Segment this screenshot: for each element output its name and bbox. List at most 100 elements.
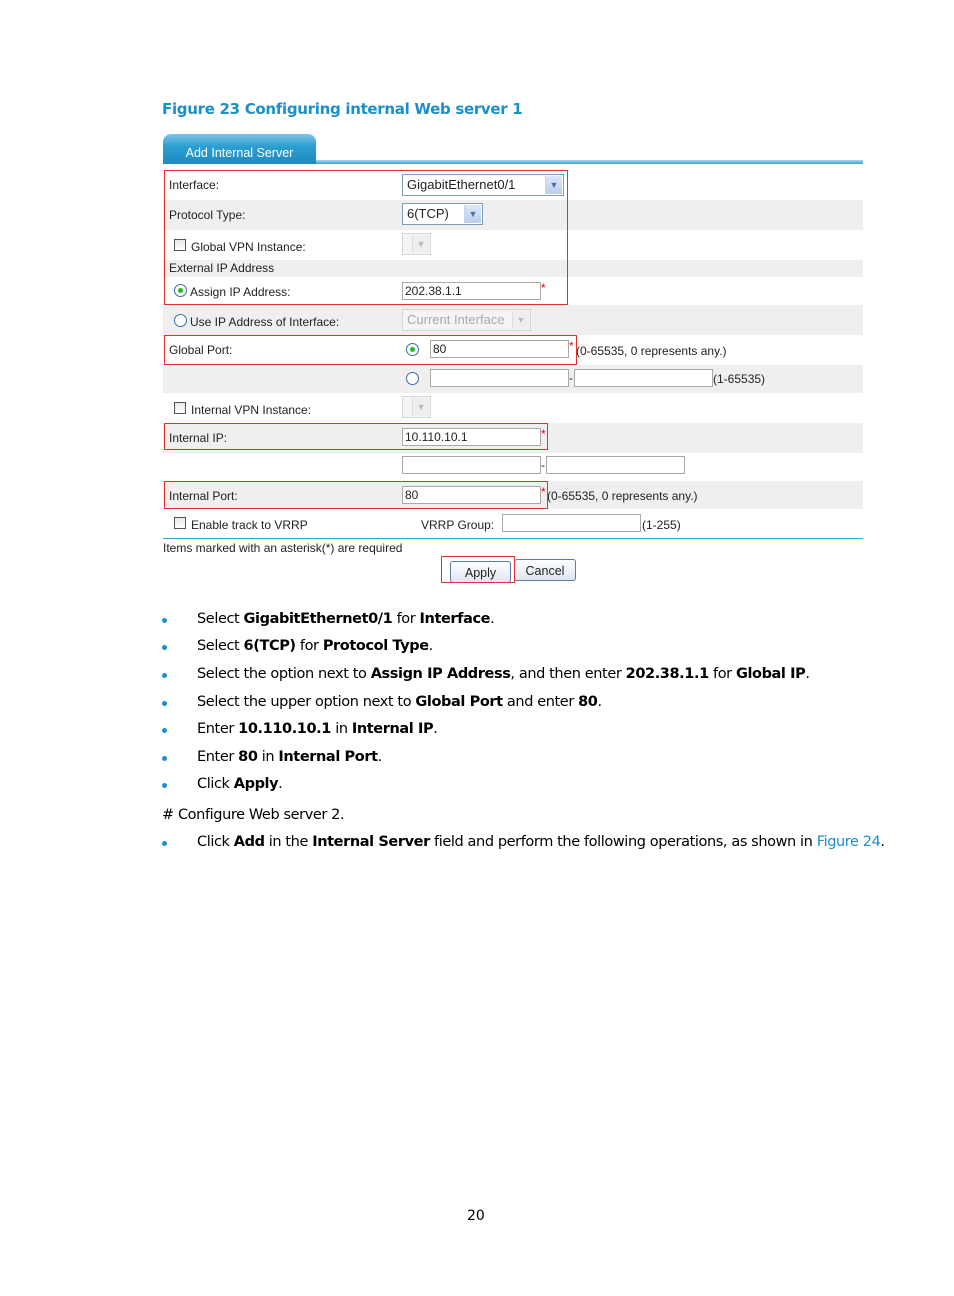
text-run: . [428, 638, 434, 654]
highlight-box [164, 170, 568, 305]
bold-term: 80 [578, 694, 598, 710]
page-number: 20 [467, 1208, 485, 1224]
text-run: Select [197, 638, 244, 654]
highlight-box [441, 556, 515, 583]
bold-term: Apply [233, 776, 279, 792]
vrrp-track-checkbox[interactable] [174, 517, 186, 529]
text-run: Enter [197, 721, 239, 737]
text-run: for [392, 611, 420, 627]
step-text: Click Add in the Internal Server field a… [197, 834, 885, 850]
bold-term: Add [233, 834, 265, 850]
cancel-button[interactable]: Cancel [514, 559, 576, 581]
bold-term: 80 [238, 749, 258, 765]
global-port-range-row: - (1-65535) [163, 365, 863, 393]
bold-term: Global Port [415, 694, 503, 710]
text-run: in the [264, 834, 313, 850]
bullet-icon [162, 673, 167, 678]
step-text: Select 6(TCP) for Protocol Type. [197, 638, 433, 654]
bullet-icon [162, 756, 167, 761]
configure-note: # Configure Web server 2. [162, 807, 345, 823]
bullet-icon [162, 618, 167, 623]
bullet-icon [162, 701, 167, 706]
internal-vpn-label: Internal VPN Instance: [191, 403, 312, 417]
text-run: . [490, 611, 495, 627]
text-run: Enter [197, 749, 239, 765]
bold-term: Protocol Type [322, 638, 429, 654]
use-interface-ip-label: Use IP Address of Interface: [190, 315, 340, 329]
vrrp-group-hint: (1-255) [642, 518, 681, 532]
internal-port-hint: (0-65535, 0 represents any.) [547, 489, 698, 503]
current-interface-value: Current Interface [407, 312, 505, 327]
use-interface-ip-row: Use IP Address of Interface: Current Int… [163, 305, 863, 335]
text-run: for [295, 638, 323, 654]
chevron-down-icon: ▼ [412, 398, 429, 416]
form-divider [163, 538, 863, 539]
text-run: in [257, 749, 279, 765]
bullet-icon [162, 783, 167, 788]
internal-vpn-checkbox[interactable] [174, 402, 186, 414]
text-run: Click [197, 834, 234, 850]
internal-ip-range-to-input[interactable] [546, 456, 685, 474]
step-text: Enter 80 in Internal Port. [197, 749, 382, 765]
tab-underline [316, 160, 863, 164]
global-port-range-radio[interactable] [406, 372, 419, 385]
step-text: Enter 10.110.10.1 in Internal IP. [197, 721, 438, 737]
bullet-icon [162, 645, 167, 650]
text-run: in [330, 721, 352, 737]
text-run: and enter [502, 694, 579, 710]
text-run: . [278, 776, 283, 792]
current-interface-select[interactable]: Current Interface ▼ [402, 309, 531, 331]
bold-term: Assign IP Address [370, 666, 511, 682]
text-run: Select the upper option next to [197, 694, 416, 710]
highlight-box [164, 423, 548, 450]
text-run: for [708, 666, 736, 682]
bold-term: Internal Port [278, 749, 378, 765]
text-run: . [377, 749, 383, 765]
add-internal-server-form: Add Internal Server Interface: GigabitEt… [163, 134, 863, 594]
figure-24-link[interactable]: Figure 24 [817, 834, 881, 850]
bullet-icon [162, 728, 167, 733]
step-text: Select the option next to Assign IP Addr… [197, 666, 810, 682]
bold-term: Global IP [735, 666, 806, 682]
internal-ip-range-row: - [163, 453, 863, 481]
tab-add-internal-server[interactable]: Add Internal Server [163, 134, 316, 164]
step-text: Select the upper option next to Global P… [197, 694, 602, 710]
highlight-box [164, 335, 577, 365]
highlight-box [164, 481, 548, 509]
text-run: Select the option next to [197, 666, 371, 682]
figure-caption: Figure 23 Configuring internal Web serve… [162, 100, 523, 118]
bold-term: 10.110.10.1 [238, 721, 331, 737]
internal-ip-range-from-input[interactable] [402, 456, 541, 474]
step-text: Select GigabitEthernet0/1 for Interface. [197, 611, 495, 627]
use-interface-ip-radio[interactable] [174, 314, 187, 327]
vrrp-group-input[interactable] [502, 514, 641, 532]
chevron-down-icon: ▼ [512, 311, 529, 329]
global-port-range-to-input[interactable] [574, 369, 713, 387]
text-run: , and then enter [510, 666, 626, 682]
bullet-icon [162, 841, 167, 846]
range-dash: - [541, 458, 545, 472]
bold-term: Interface [419, 611, 491, 627]
text-run: Select [197, 611, 244, 627]
vrrp-row: Enable track to VRRP VRRP Group: (1-255) [163, 509, 863, 538]
text-run: field and perform the following operatio… [429, 834, 817, 850]
bold-term: 202.38.1.1 [625, 666, 710, 682]
range-dash: - [569, 371, 573, 385]
text-run: . [433, 721, 438, 737]
internal-vpn-row: Internal VPN Instance: ▼ [163, 393, 863, 423]
global-port-range-from-input[interactable] [430, 369, 569, 387]
text-run: . [597, 694, 602, 710]
bold-term: Internal IP [351, 721, 434, 737]
text-run: Click [197, 776, 234, 792]
global-port-hint: (0-65535, 0 represents any.) [576, 344, 727, 358]
required-note: Items marked with an asterisk(*) are req… [163, 541, 403, 555]
bold-term: GigabitEthernet0/1 [243, 611, 393, 627]
vrrp-group-label: VRRP Group: [421, 518, 495, 532]
bold-term: 6(TCP) [243, 638, 297, 654]
bold-term: Internal Server [312, 834, 430, 850]
vrrp-track-label: Enable track to VRRP [191, 518, 308, 532]
internal-vpn-select[interactable]: ▼ [402, 396, 431, 418]
text-run: . [805, 666, 810, 682]
text-run: . [880, 834, 885, 850]
global-port-range-hint: (1-65535) [713, 372, 766, 386]
